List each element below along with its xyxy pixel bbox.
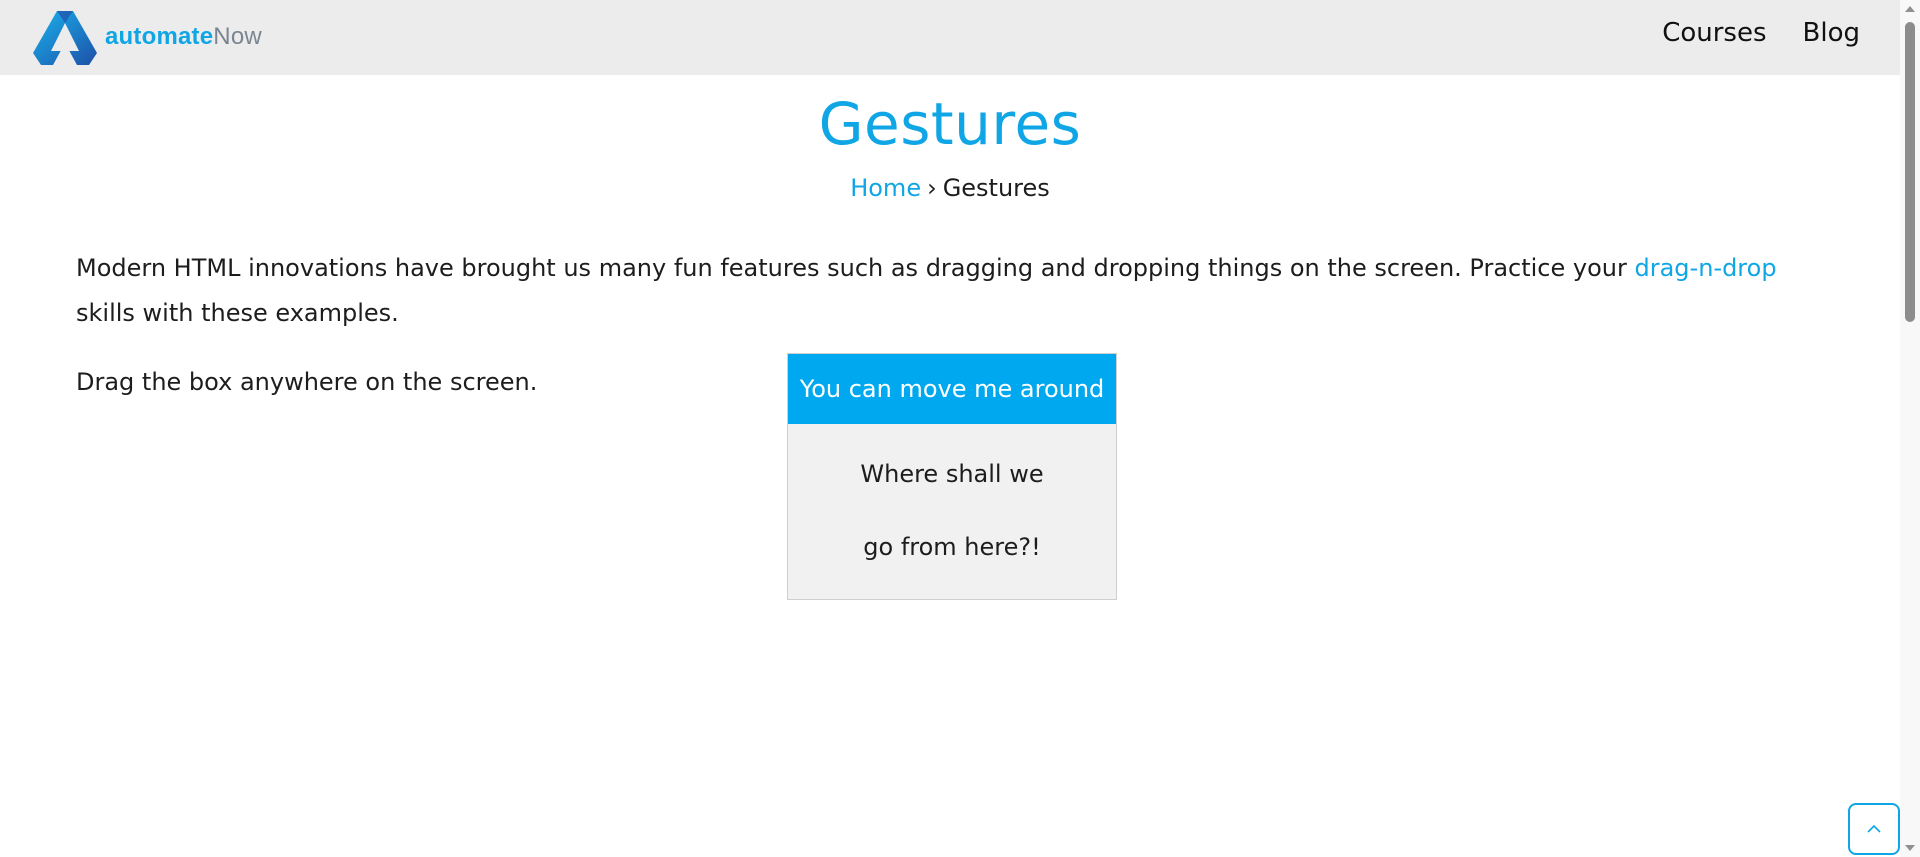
intro-text-after: skills with these examples.: [76, 299, 399, 327]
main-nav: Courses Blog: [1662, 18, 1860, 48]
intro-paragraph: Modern HTML innovations have brought us …: [76, 246, 1836, 336]
draggable-box-header[interactable]: You can move me around: [788, 354, 1116, 424]
nav-blog-link[interactable]: Blog: [1803, 18, 1860, 48]
nav-courses-link[interactable]: Courses: [1662, 18, 1766, 48]
chevron-up-icon: [1867, 824, 1881, 833]
breadcrumb-current: Gestures: [942, 174, 1050, 202]
automatenow-logo-icon: [33, 11, 97, 65]
breadcrumb: Home › Gestures: [0, 174, 1900, 202]
site-logo[interactable]: automateNow: [33, 9, 262, 65]
intro-text-before: Modern HTML innovations have brought us …: [76, 254, 1635, 282]
breadcrumb-home-link[interactable]: Home: [850, 174, 921, 202]
logo-brand-bold: automate: [105, 23, 214, 50]
vertical-scrollbar[interactable]: [1900, 0, 1920, 857]
logo-brand-light: Now: [213, 23, 262, 50]
site-header: automateNow Courses Blog: [0, 0, 1900, 75]
breadcrumb-separator: ›: [927, 174, 937, 202]
page-title: Gestures: [818, 90, 1082, 158]
scrollbar-thumb[interactable]: [1905, 22, 1915, 322]
draggable-box-line-1: Where shall we: [860, 460, 1044, 488]
draggable-box-body: Where shall we go from here?!: [788, 424, 1116, 584]
draggable-box[interactable]: You can move me around Where shall we go…: [787, 353, 1117, 600]
scroll-down-arrow-icon[interactable]: [1905, 845, 1915, 851]
drag-instruction: Drag the box anywhere on the screen.: [76, 368, 538, 396]
page: automateNow Courses Blog Gestures Home › G…: [0, 0, 1920, 857]
drag-n-drop-link[interactable]: drag-n-drop: [1635, 254, 1777, 282]
logo-text: automateNow: [105, 23, 262, 51]
draggable-box-line-2: go from here?!: [863, 533, 1041, 561]
back-to-top-button[interactable]: [1848, 803, 1900, 855]
scroll-up-arrow-icon[interactable]: [1905, 6, 1915, 12]
